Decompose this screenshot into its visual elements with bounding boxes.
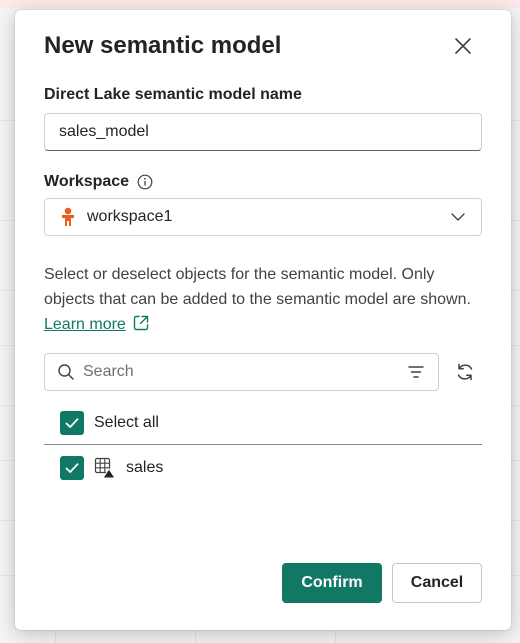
info-icon[interactable] [137, 174, 153, 190]
new-semantic-model-dialog: New semantic model Direct Lake semantic … [15, 10, 511, 630]
checkmark-icon [65, 418, 79, 428]
refresh-icon [457, 363, 473, 381]
workspace-value: workspace1 [87, 208, 173, 225]
close-icon [455, 38, 471, 54]
confirm-button[interactable]: Confirm [282, 563, 382, 603]
checkmark-icon [65, 463, 79, 473]
search-box[interactable] [44, 353, 439, 391]
sales-checkbox[interactable] [60, 456, 84, 480]
search-input[interactable] [83, 363, 406, 381]
external-link-icon[interactable] [132, 314, 150, 332]
dialog-title: New semantic model [44, 32, 282, 59]
description-text: Select or deselect objects for the seman… [44, 266, 471, 308]
search-icon [58, 364, 74, 380]
list-divider [44, 444, 482, 445]
workspace-icon [62, 207, 74, 226]
close-button[interactable] [451, 34, 475, 58]
select-all-checkbox-row[interactable]: Select all [60, 411, 159, 435]
workspace-dropdown[interactable]: workspace1 [44, 198, 482, 236]
list-item[interactable]: sales [60, 456, 163, 480]
chevron-down-icon [451, 213, 465, 221]
cancel-button[interactable]: Cancel [392, 563, 482, 603]
background-topbar [0, 0, 520, 8]
select-all-label: Select all [94, 414, 159, 431]
workspace-label-row: Workspace [44, 173, 153, 191]
model-name-label: Direct Lake semantic model name [44, 86, 302, 103]
refresh-button[interactable] [453, 360, 477, 384]
table-icon [94, 457, 116, 479]
model-name-input[interactable] [44, 113, 482, 151]
select-all-checkbox[interactable] [60, 411, 84, 435]
workspace-label: Workspace [44, 173, 130, 190]
filter-icon[interactable] [406, 362, 426, 382]
description: Select or deselect objects for the seman… [44, 262, 484, 337]
sales-label: sales [126, 459, 164, 476]
learn-more-link[interactable]: Learn more [44, 316, 126, 333]
